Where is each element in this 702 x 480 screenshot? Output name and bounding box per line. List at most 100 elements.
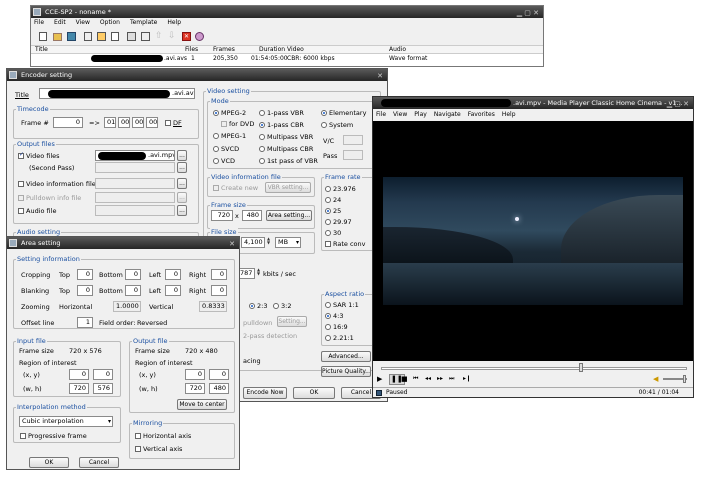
prev-icon[interactable]: ⏮ xyxy=(413,373,418,385)
output-w-field[interactable]: 720 xyxy=(185,383,205,394)
mpc-menu-help[interactable]: Help xyxy=(502,109,516,120)
pulldown-32-radio[interactable] xyxy=(273,303,279,309)
aspect-radio-221[interactable] xyxy=(325,335,331,341)
timecode-hours[interactable]: 01 xyxy=(104,117,116,128)
window-controls[interactable]: ▁ ▢ ✕ xyxy=(667,98,689,109)
video-files-field[interactable]: .avi.mpv xyxy=(95,150,175,161)
horizontal-axis-checkbox[interactable] xyxy=(135,433,141,439)
rate-conv-checkbox[interactable] xyxy=(325,241,331,247)
vbr-setting-button[interactable]: VBR setting... xyxy=(265,182,311,193)
file-size-unit-select[interactable]: MB xyxy=(275,237,301,248)
picture-quality-button[interactable]: Picture Quality... xyxy=(321,366,371,377)
video-info-field[interactable] xyxy=(95,178,175,189)
col-video[interactable]: Video xyxy=(287,46,304,54)
frame-rate-radio-24[interactable] xyxy=(325,197,331,203)
blank-top-field[interactable]: 0 xyxy=(77,285,93,296)
menu-help[interactable]: Help xyxy=(167,18,181,28)
svcd-radio[interactable] xyxy=(213,146,219,152)
pulldown-23-radio[interactable] xyxy=(249,303,255,309)
copy-icon[interactable] xyxy=(127,32,136,41)
save-icon[interactable] xyxy=(67,32,76,41)
menu-template[interactable]: Template xyxy=(130,18,157,28)
vbr1-radio[interactable] xyxy=(259,110,265,116)
first-pass-vbr-radio[interactable] xyxy=(259,158,265,164)
for-dvd-checkbox[interactable] xyxy=(221,121,227,127)
df-checkbox[interactable] xyxy=(165,120,171,126)
paste-icon[interactable] xyxy=(141,32,150,41)
window-controls[interactable]: ▁ ▢ ✕ xyxy=(517,7,539,18)
list-icon[interactable] xyxy=(111,32,119,41)
blank-right-field[interactable]: 0 xyxy=(211,285,227,296)
system-radio[interactable] xyxy=(321,122,327,128)
mpc-menu-navigate[interactable]: Navigate xyxy=(434,109,461,120)
add-icon[interactable] xyxy=(84,32,92,41)
encoder-title-bar[interactable]: Encoder setting ✕ xyxy=(7,69,387,81)
close-icon[interactable]: ✕ xyxy=(377,70,383,81)
move-to-center-button[interactable]: Move to center xyxy=(177,399,227,410)
stop-icon[interactable]: ■ xyxy=(401,373,408,385)
input-x-field[interactable]: 0 xyxy=(69,369,89,380)
input-h-field[interactable]: 576 xyxy=(93,383,113,394)
mpeg1-radio[interactable] xyxy=(213,133,219,139)
interpolation-select[interactable]: Cubic interpolation xyxy=(19,416,113,427)
mpc-menu-view[interactable]: View xyxy=(393,109,407,120)
audio-file-browse-button[interactable]: ... xyxy=(177,205,187,216)
crop-left-field[interactable]: 0 xyxy=(165,269,181,280)
bitrate-spinner[interactable]: ▲ ▼ xyxy=(256,268,261,276)
col-frames[interactable]: Frames xyxy=(213,46,235,54)
pulldown-info-browse-button[interactable]: ... xyxy=(177,192,187,203)
close-icon[interactable]: ✕ xyxy=(229,238,235,249)
cce-title-bar[interactable]: CCE-SP2 - noname * ▁ ▢ ✕ xyxy=(31,6,543,18)
input-y-field[interactable]: 0 xyxy=(93,369,113,380)
stop-icon[interactable]: ✕ xyxy=(182,32,191,41)
encode-now-button[interactable]: Encode Now xyxy=(243,387,287,399)
mpeg2-radio[interactable] xyxy=(213,110,219,116)
cbr1-radio[interactable] xyxy=(259,122,265,128)
mpc-menu-file[interactable]: File xyxy=(376,109,386,120)
col-title[interactable]: Title xyxy=(35,46,48,54)
pass-field[interactable] xyxy=(343,150,363,160)
elementary-radio[interactable] xyxy=(321,110,327,116)
speaker-icon[interactable]: ◀ xyxy=(653,373,658,385)
settings-icon[interactable] xyxy=(195,32,204,41)
aspect-radio-169[interactable] xyxy=(325,324,331,330)
aspect-radio-43[interactable] xyxy=(325,313,331,319)
timecode-minutes[interactable]: 00 xyxy=(118,117,130,128)
arrow-up-icon[interactable]: ⇧ xyxy=(155,31,163,41)
play-icon[interactable]: ▶ xyxy=(377,373,382,385)
vcd-radio[interactable] xyxy=(213,158,219,164)
second-pass-field[interactable] xyxy=(95,162,175,173)
title-field[interactable]: .avi.avs xyxy=(39,88,195,99)
frame-height-field[interactable]: 480 xyxy=(242,210,262,221)
blank-left-field[interactable]: 0 xyxy=(165,285,181,296)
volume-thumb[interactable] xyxy=(683,375,686,383)
output-y-field[interactable]: 0 xyxy=(209,369,229,380)
pulldown-setting-button[interactable]: Setting... xyxy=(277,316,307,327)
vertical-axis-checkbox[interactable] xyxy=(135,446,141,452)
area-cancel-button[interactable]: Cancel xyxy=(79,457,119,468)
col-files[interactable]: Files xyxy=(185,46,198,54)
arrow-down-icon[interactable]: ⇩ xyxy=(168,31,176,41)
rewind-icon[interactable]: ◂◂ xyxy=(425,373,431,385)
crop-top-field[interactable]: 0 xyxy=(77,269,93,280)
frame-width-field[interactable]: 720 xyxy=(211,210,233,221)
area-ok-button[interactable]: OK xyxy=(29,457,69,468)
menu-edit[interactable]: Edit xyxy=(54,18,66,28)
frame-number-field[interactable]: 0 xyxy=(53,117,83,128)
video-files-checkbox[interactable] xyxy=(18,151,24,159)
video-info-checkbox[interactable] xyxy=(18,181,24,187)
progressive-frame-checkbox[interactable] xyxy=(20,433,26,439)
frame-step-icon[interactable]: ▸❙ xyxy=(463,373,471,385)
video-info-browse-button[interactable]: ... xyxy=(177,178,187,189)
output-x-field[interactable]: 0 xyxy=(185,369,205,380)
create-new-checkbox[interactable] xyxy=(213,185,219,191)
vc-field[interactable] xyxy=(343,135,363,145)
audio-file-checkbox[interactable] xyxy=(18,208,24,214)
frame-rate-radio-25[interactable] xyxy=(325,208,331,214)
multipass-cbr-radio[interactable] xyxy=(259,146,265,152)
frame-rate-radio-23976[interactable] xyxy=(325,186,331,192)
menu-option[interactable]: Option xyxy=(100,18,120,28)
timecode-seconds[interactable]: 00 xyxy=(132,117,144,128)
video-area[interactable] xyxy=(373,121,693,361)
area-title-bar[interactable]: Area setting ✕ xyxy=(7,237,239,249)
